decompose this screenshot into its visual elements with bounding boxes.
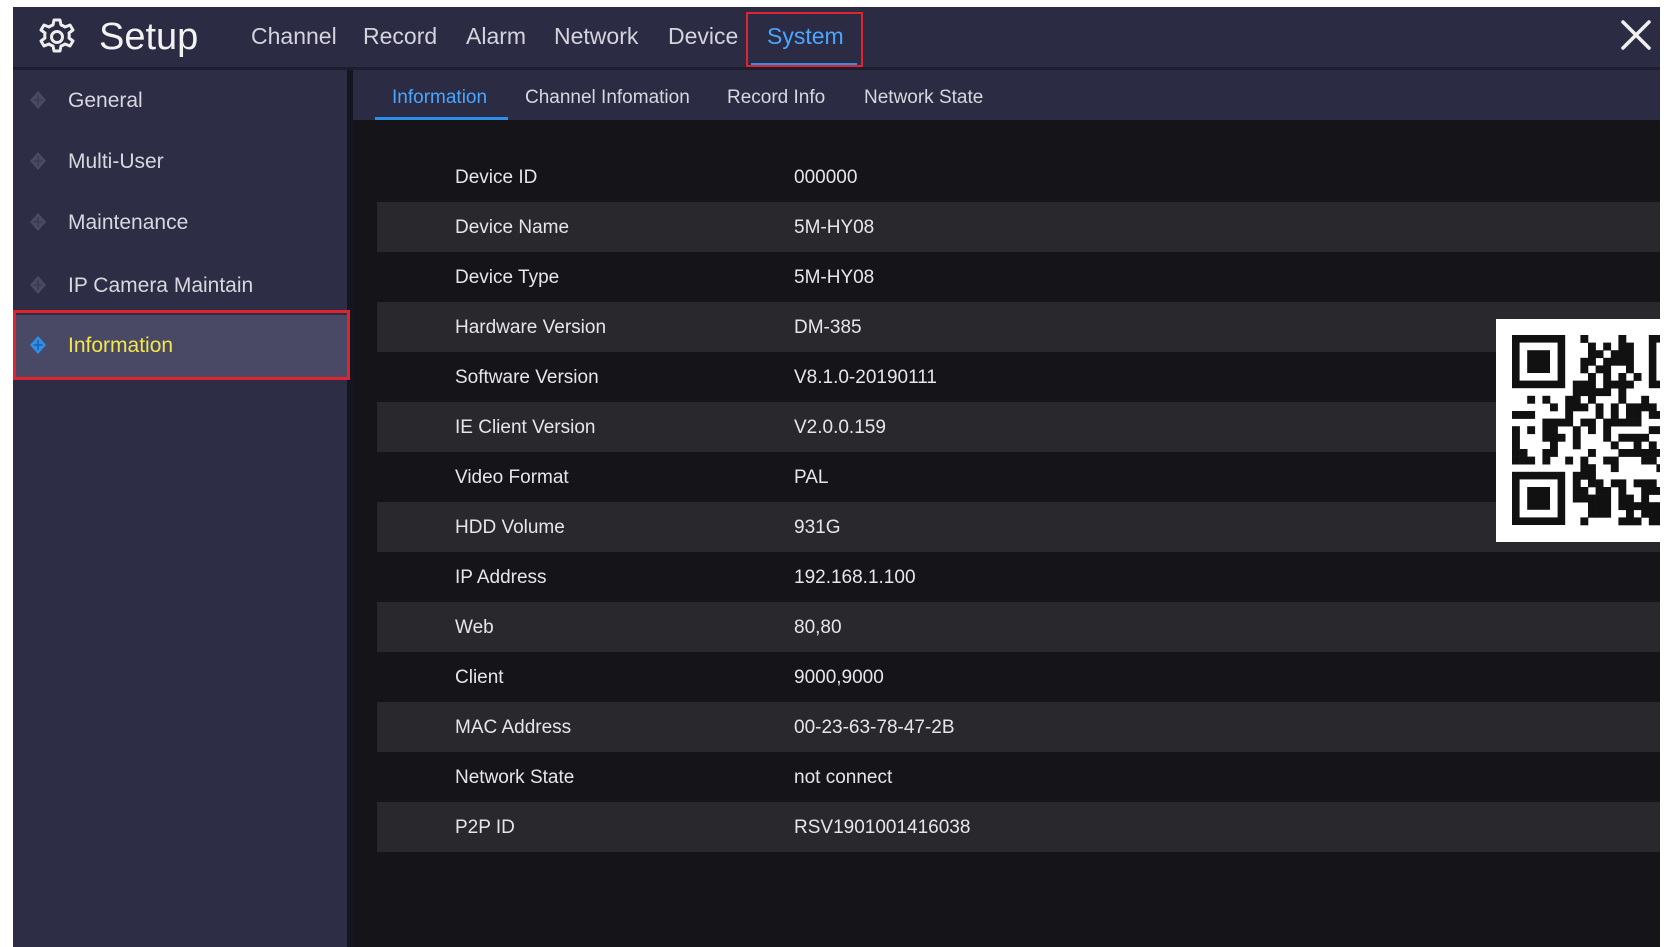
row-label: Client (455, 667, 504, 688)
sidebar-item-label: IP Camera Maintain (68, 274, 254, 297)
highlight-frame-information (13, 310, 350, 380)
row-value: 000000 (794, 167, 858, 188)
subtab-information[interactable]: Information (392, 86, 487, 110)
gear-icon (39, 18, 75, 53)
diamond-icon (30, 276, 46, 294)
table-row: Device ID 000000 (377, 152, 1660, 202)
tab-device[interactable]: Device (668, 21, 738, 51)
sidebar-item-label: Maintenance (68, 211, 189, 234)
table-row: Device Type 5M-HY08 (377, 252, 1660, 302)
row-label: Network State (455, 767, 575, 788)
sidebar-item-multi-user[interactable]: Multi-User (13, 131, 347, 193)
tab-alarm[interactable]: Alarm (466, 21, 526, 51)
row-value: PAL (794, 467, 829, 488)
subtab-bar: Information Channel Infomation Record In… (353, 70, 1660, 120)
active-subtab-indicator (375, 117, 508, 120)
table-row: IE Client Version V2.0.0.159 (377, 402, 1660, 452)
sidebar-item-maintenance[interactable]: Maintenance (13, 192, 347, 254)
row-value: RSV1901001416038 (794, 817, 971, 838)
diamond-icon (30, 91, 46, 109)
tab-record[interactable]: Record (363, 21, 437, 51)
setup-window: Setup Channel Record Alarm Network Devic… (13, 7, 1660, 947)
row-value: 931G (794, 517, 841, 538)
row-label: Software Version (455, 367, 599, 388)
subtab-network-state[interactable]: Network State (864, 86, 983, 110)
row-label: MAC Address (455, 717, 572, 738)
content-panel: Information Channel Infomation Record In… (353, 70, 1660, 947)
row-value: 80,80 (794, 617, 842, 638)
row-value: not connect (794, 767, 893, 788)
row-label: Device Type (455, 267, 560, 288)
row-label: Device ID (455, 167, 538, 188)
row-label: Device Name (455, 217, 570, 238)
top-nav-bar: Setup Channel Record Alarm Network Devic… (13, 7, 1660, 70)
row-label: Web (455, 617, 494, 638)
subtab-channel-information[interactable]: Channel Infomation (525, 86, 690, 110)
table-row: Device Name 5M-HY08 (377, 202, 1660, 252)
tab-network[interactable]: Network (554, 21, 638, 51)
diamond-icon (30, 213, 46, 231)
table-row: IP Address 192.168.1.100 (377, 552, 1660, 602)
sidebar: General Multi-User Maintenance IP Camera… (13, 70, 350, 947)
table-row: Web 80,80 (377, 602, 1660, 652)
table-row: Video Format PAL (377, 452, 1660, 502)
table-row: P2P ID RSV1901001416038 (377, 802, 1660, 852)
sidebar-item-label: General (68, 89, 143, 112)
row-label: IE Client Version (455, 417, 596, 438)
qr-code-icon (1496, 319, 1660, 542)
row-value: 5M-HY08 (794, 267, 875, 288)
sidebar-item-ip-camera-maintain[interactable]: IP Camera Maintain (13, 255, 347, 317)
diamond-icon (30, 152, 46, 170)
table-row: Network State not connect (377, 752, 1660, 802)
row-label: HDD Volume (455, 517, 565, 538)
tab-channel[interactable]: Channel (251, 21, 337, 51)
close-icon[interactable] (1618, 17, 1654, 53)
row-value: V2.0.0.159 (794, 417, 886, 438)
row-value: DM-385 (794, 317, 862, 338)
row-label: Hardware Version (455, 317, 607, 338)
row-value: 192.168.1.100 (794, 567, 916, 588)
table-row: Software Version V8.1.0-20190111 (377, 352, 1660, 402)
row-label: Video Format (455, 467, 569, 488)
row-label: P2P ID (455, 817, 515, 838)
row-value: 00-23-63-78-47-2B (794, 717, 955, 738)
row-value: V8.1.0-20190111 (794, 367, 937, 388)
information-table: Device ID 000000 Device Name 5M-HY08 Devic… (377, 152, 1660, 852)
sidebar-item-general[interactable]: General (13, 70, 347, 132)
row-label: IP Address (455, 567, 547, 588)
sidebar-item-label: Multi-User (68, 150, 164, 173)
row-value: 5M-HY08 (794, 217, 875, 238)
table-row: MAC Address 00-23-63-78-47-2B (377, 702, 1660, 752)
page-title: Setup (99, 16, 199, 58)
row-value: 9000,9000 (794, 667, 884, 688)
highlight-frame-system (746, 12, 863, 67)
table-row: HDD Volume 931G (377, 502, 1660, 552)
table-row: Client 9000,9000 (377, 652, 1660, 702)
subtab-record-info[interactable]: Record Info (727, 86, 825, 110)
table-row: Hardware Version DM-385 (377, 302, 1660, 352)
